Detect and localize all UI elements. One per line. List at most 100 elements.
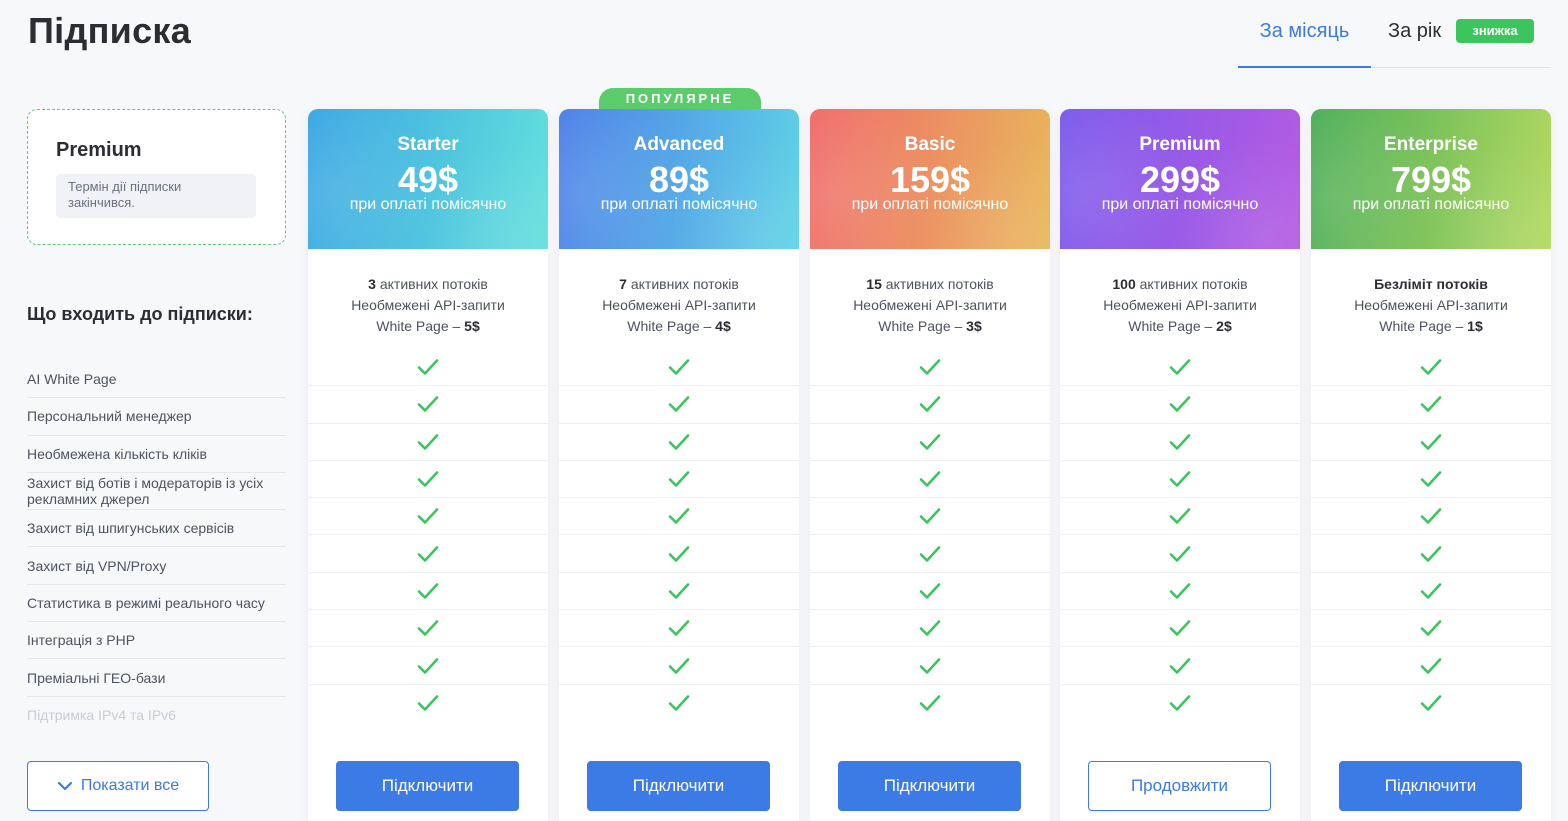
- plan-card-basic: Basic 159$ при оплаті помісячно 15 актив…: [810, 109, 1050, 821]
- check-list: [810, 349, 1050, 722]
- plan-name: Premium: [1139, 134, 1221, 155]
- plan-header: Premium 299$ при оплаті помісячно: [1060, 109, 1300, 249]
- plan-summary: 7 активних потоків Необмежені API-запити…: [559, 249, 799, 349]
- check-icon: [668, 695, 690, 712]
- feature-check-cell: [1311, 685, 1551, 722]
- feature-check-cell: [1060, 647, 1300, 685]
- check-icon: [919, 657, 941, 674]
- feature-check-cell: [810, 535, 1050, 573]
- subscribe-button[interactable]: Підключити: [336, 761, 519, 811]
- tab-monthly[interactable]: За місяць: [1238, 0, 1371, 70]
- subscribe-button[interactable]: Підключити: [838, 761, 1021, 811]
- check-icon: [417, 396, 439, 413]
- check-icon: [1420, 545, 1442, 562]
- feature-check-cell: [308, 424, 548, 461]
- feature-check-cell: [308, 461, 548, 499]
- plan-header: Basic 159$ при оплаті помісячно: [810, 109, 1050, 249]
- feature-check-cell: [810, 685, 1050, 722]
- check-icon: [668, 508, 690, 525]
- feature-check-cell: [810, 573, 1050, 611]
- check-icon: [1420, 508, 1442, 525]
- feature-list: AI White Page Персональний менеджер Необ…: [27, 361, 286, 734]
- plan-period: при оплаті помісячно: [600, 196, 758, 213]
- plan-price: 89$: [648, 159, 710, 200]
- feature-check-cell: [810, 647, 1050, 685]
- feature-item: Необмежена кількість кліків: [27, 436, 286, 473]
- check-icon: [919, 583, 941, 599]
- plan-api: Необмежені API-запити: [853, 297, 1007, 313]
- plan-card-premium: Premium 299$ при оплаті помісячно 100 ак…: [1060, 109, 1300, 821]
- check-icon: [1420, 695, 1442, 712]
- check-list: [1311, 349, 1551, 722]
- feature-check-cell: [810, 424, 1050, 461]
- feature-check-cell: [810, 386, 1050, 424]
- feature-check-cell: [1311, 386, 1551, 424]
- feature-check-cell: [1060, 573, 1300, 611]
- subscribe-button[interactable]: Підключити: [587, 761, 770, 811]
- feature-check-cell: [559, 535, 799, 573]
- check-icon: [919, 433, 941, 450]
- check-icon: [1169, 657, 1191, 674]
- plan-white-page: White Page – 4$: [627, 318, 731, 334]
- renew-button[interactable]: Продовжити: [1088, 761, 1271, 811]
- check-icon: [1420, 620, 1442, 637]
- tab-yearly[interactable]: За рік: [1388, 0, 1441, 70]
- show-all-button[interactable]: Показати все: [27, 761, 209, 811]
- feature-check-cell: [810, 610, 1050, 648]
- check-icon: [668, 545, 690, 562]
- feature-check-cell: [559, 424, 799, 461]
- check-icon: [919, 508, 941, 525]
- check-icon: [668, 359, 690, 375]
- feature-check-cell: [1311, 573, 1551, 611]
- feature-check-cell: [308, 610, 548, 648]
- plan-header: Enterprise 799$ при оплаті помісячно: [1311, 109, 1551, 249]
- feature-item: Інтеграція з PHP: [27, 622, 286, 660]
- check-icon: [1169, 695, 1191, 712]
- feature-check-cell: [308, 647, 548, 685]
- plan-streams: 3 активних потоків: [368, 276, 488, 292]
- check-icon: [919, 545, 941, 562]
- plan-name: Enterprise: [1384, 134, 1478, 155]
- billing-period-tabs: За місяць За рік знижка: [1238, 0, 1550, 70]
- check-icon: [1420, 359, 1442, 375]
- plan-streams: Безліміт потоків: [1374, 276, 1488, 292]
- plan-header: Advanced 89$ при оплаті помісячно: [559, 109, 799, 249]
- feature-check-cell: [308, 349, 548, 387]
- plan-header: Starter 49$ при оплаті помісячно: [308, 109, 548, 249]
- feature-check-cell: [559, 573, 799, 611]
- plan-white-page: White Page – 3$: [878, 318, 982, 334]
- feature-check-cell: [1060, 685, 1300, 722]
- subscribe-button[interactable]: Підключити: [1339, 761, 1522, 811]
- feature-check-cell: [1311, 535, 1551, 573]
- plan-price: 159$: [889, 159, 971, 200]
- plan-streams: 100 активних потоків: [1112, 276, 1248, 292]
- plan-streams: 7 активних потоків: [619, 276, 739, 292]
- feature-check-cell: [559, 685, 799, 722]
- feature-item: Захист від VPN/Proxy: [27, 547, 286, 585]
- feature-check-cell: [308, 685, 548, 722]
- check-icon: [668, 583, 690, 599]
- plan-summary: 100 активних потоків Необмежені API-запи…: [1060, 249, 1300, 349]
- plan-name: Advanced: [633, 134, 725, 155]
- check-icon: [1420, 396, 1442, 413]
- feature-check-cell: [1060, 535, 1300, 573]
- check-icon: [417, 695, 439, 712]
- check-icon: [1169, 359, 1191, 375]
- feature-check-cell: [810, 461, 1050, 499]
- check-icon: [1169, 396, 1191, 413]
- check-icon: [417, 545, 439, 562]
- feature-item: Підтримка IPv4 та IPv6: [27, 707, 176, 724]
- plan-summary: 3 активних потоків Необмежені API-запити…: [308, 249, 548, 349]
- check-icon: [668, 620, 690, 637]
- plan-white-page: White Page – 2$: [1128, 318, 1232, 334]
- check-icon: [1420, 583, 1442, 599]
- plan-summary: 15 активних потоків Необмежені API-запит…: [810, 249, 1050, 349]
- check-list: [308, 349, 548, 722]
- feature-check-cell: [559, 349, 799, 387]
- check-icon: [417, 471, 439, 487]
- plan-api: Необмежені API-запити: [351, 297, 505, 313]
- check-icon: [1420, 657, 1442, 674]
- plan-summary: Безліміт потоків Необмежені API-запити W…: [1311, 249, 1551, 349]
- feature-check-cell: [1311, 461, 1551, 499]
- feature-item: Персональний менеджер: [27, 398, 286, 436]
